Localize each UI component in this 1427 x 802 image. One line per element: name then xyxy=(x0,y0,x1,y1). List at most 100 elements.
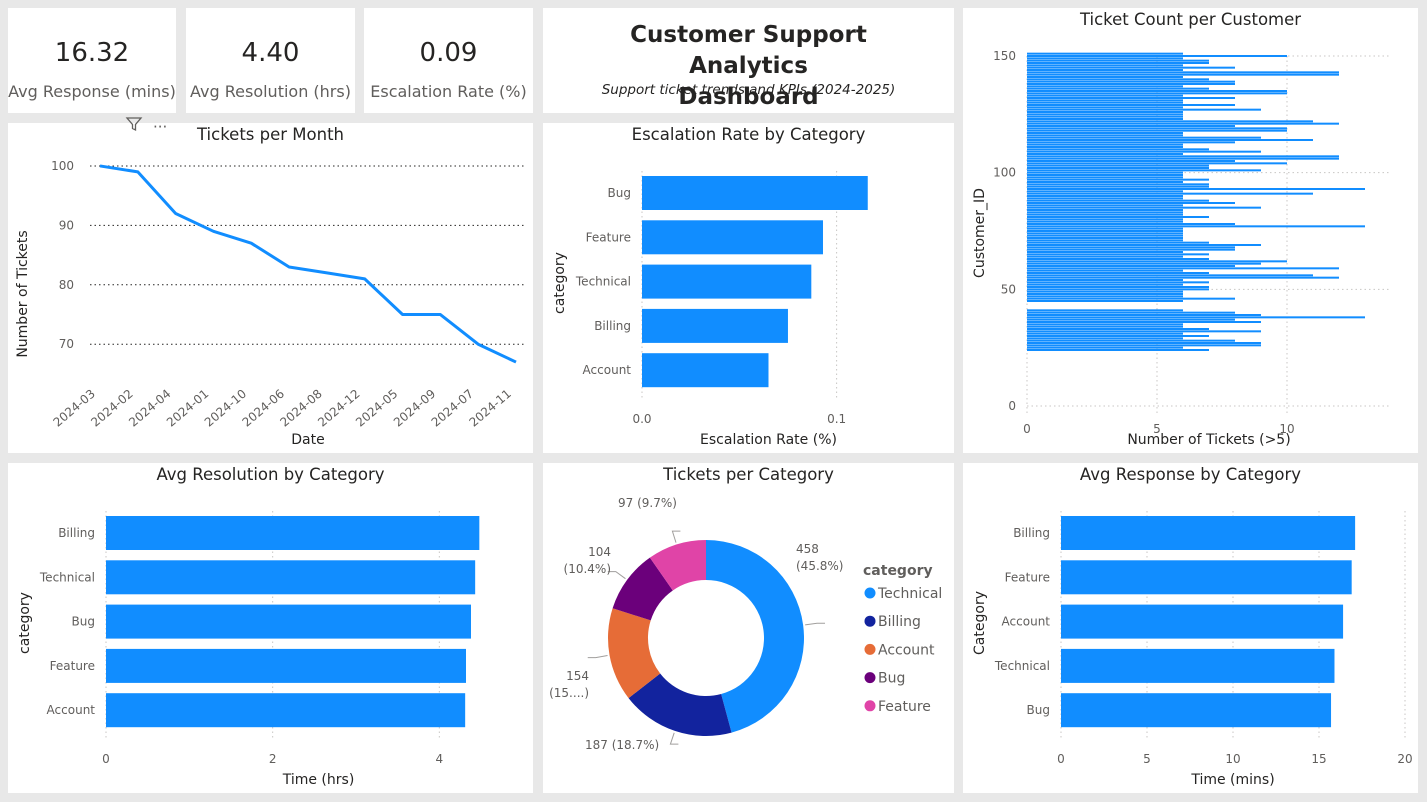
kpi-label: Avg Response (mins) xyxy=(8,82,176,101)
data-label: 104 xyxy=(588,545,611,559)
bar xyxy=(1027,199,1209,202)
bar xyxy=(1027,176,1183,179)
tickets-per-month-visual[interactable]: ··· Tickets per Month 70 80 90 100 2024-03 20… xyxy=(8,117,533,453)
legend-marker xyxy=(864,700,876,712)
bar xyxy=(1027,78,1209,81)
x-tick-label: 2024-11 xyxy=(467,387,514,430)
y-tick-label: 0 xyxy=(1008,399,1016,413)
bar xyxy=(1027,290,1183,293)
bar xyxy=(1027,92,1287,95)
bar xyxy=(1027,127,1287,130)
bar xyxy=(1027,195,1183,197)
legend-label: Feature xyxy=(878,699,931,715)
bar xyxy=(1027,141,1235,144)
y-tick-label: Billing xyxy=(594,319,631,333)
x-tick-label: 15 xyxy=(1311,752,1326,766)
legend-marker xyxy=(864,672,876,684)
y-tick-label: Feature xyxy=(1005,570,1050,584)
y-tick-label: Bug xyxy=(1027,703,1050,717)
tickets-per-category-visual[interactable]: Tickets per Category 458 (45.8%) 187 (18.7… xyxy=(543,463,954,793)
x-tick-label: 20 xyxy=(1397,752,1412,766)
bar xyxy=(1027,181,1183,183)
bar xyxy=(106,560,476,595)
escalation-rate-visual[interactable]: Escalation Rate by Category 0.0 0.1 Bug Fea… xyxy=(543,123,954,453)
tickets-per-month-chart: 7080901002024-032024-022024-042024-01202… xyxy=(15,159,526,448)
bar xyxy=(1027,213,1183,216)
bar xyxy=(1027,318,1235,321)
bar xyxy=(1027,253,1209,256)
bar xyxy=(1027,104,1235,106)
bar xyxy=(1027,218,1183,221)
y-tick-label: Feature xyxy=(50,659,95,673)
kpi-card-escalation-rate[interactable]: 0.09 Escalation Rate (%) xyxy=(364,8,533,113)
bar xyxy=(1027,330,1261,333)
bar xyxy=(1027,99,1183,102)
x-tick-label: 4 xyxy=(436,752,444,766)
y-tick-label: 90 xyxy=(59,218,74,232)
bar xyxy=(1027,157,1339,160)
bar xyxy=(1027,223,1235,225)
legend-label: Billing xyxy=(878,614,921,630)
bar xyxy=(1027,274,1313,277)
bar xyxy=(1027,272,1209,274)
y-tick-label: 150 xyxy=(993,49,1016,63)
kpi-label: Avg Resolution (hrs) xyxy=(190,82,351,101)
bar xyxy=(106,648,466,683)
avg-resolution-visual[interactable]: Avg Resolution by Category 0 2 4 Billing Tec… xyxy=(8,463,533,793)
page-subtitle: Support ticket trends and KPIs (2024-202… xyxy=(601,82,896,98)
y-axis-title: category xyxy=(552,252,568,314)
bar xyxy=(1027,297,1235,300)
bar xyxy=(106,604,471,639)
y-tick-label: Technical xyxy=(39,570,95,584)
bar xyxy=(1027,101,1183,104)
bar xyxy=(1027,344,1261,347)
data-label: (10.4%) xyxy=(564,562,611,576)
x-axis-title: Date xyxy=(291,432,324,448)
bar xyxy=(1027,267,1339,270)
bar xyxy=(1027,260,1287,263)
bar xyxy=(1027,85,1183,88)
bar xyxy=(1027,62,1209,64)
bar xyxy=(1027,122,1339,125)
bar xyxy=(1027,55,1287,57)
bar xyxy=(642,264,812,299)
bar xyxy=(1027,293,1183,295)
bar xyxy=(1027,211,1183,214)
bar xyxy=(1027,227,1183,230)
avg-response-visual[interactable]: Avg Response by Category 0 5 10 15 20 Billing… xyxy=(963,463,1418,793)
bar xyxy=(1061,604,1344,639)
bar xyxy=(106,693,466,728)
kpi-card-avg-response[interactable]: 16.32 Avg Response (mins) xyxy=(8,8,176,113)
bar xyxy=(1027,323,1183,326)
bar xyxy=(1027,316,1365,319)
bar xyxy=(1027,178,1209,181)
kpi-card-avg-resolution[interactable]: 4.40 Avg Resolution (hrs) xyxy=(186,8,355,113)
bar xyxy=(1027,276,1339,279)
bar xyxy=(1027,108,1261,111)
bar xyxy=(1027,136,1261,139)
bar xyxy=(1027,69,1183,71)
bar xyxy=(1027,59,1209,62)
bar xyxy=(1027,230,1183,232)
bar xyxy=(1027,73,1339,76)
dashboard-title-card: Customer Support Analytics Dashboard Sup… xyxy=(543,8,954,113)
y-tick-label: Feature xyxy=(586,230,631,244)
x-tick-label: 10 xyxy=(1225,752,1240,766)
bar xyxy=(1027,155,1339,158)
bar xyxy=(1027,204,1183,207)
leader-line xyxy=(805,622,826,626)
kpi-value: 16.32 xyxy=(54,38,130,68)
bar xyxy=(1027,106,1183,109)
bar xyxy=(1027,52,1183,55)
bar xyxy=(1027,325,1183,328)
bar xyxy=(1027,262,1261,265)
bar xyxy=(1027,190,1183,193)
bar xyxy=(1027,148,1209,151)
bar xyxy=(1027,174,1183,176)
bar xyxy=(1027,346,1183,349)
ticket-count-per-customer-visual[interactable]: Ticket Count per Customer 0 5 10 0 50 100 150 N… xyxy=(963,8,1418,453)
bar xyxy=(1027,258,1209,260)
y-tick-label: Billing xyxy=(58,526,95,540)
x-tick-label: 0 xyxy=(1057,752,1065,766)
y-tick-label: 50 xyxy=(1001,282,1016,296)
